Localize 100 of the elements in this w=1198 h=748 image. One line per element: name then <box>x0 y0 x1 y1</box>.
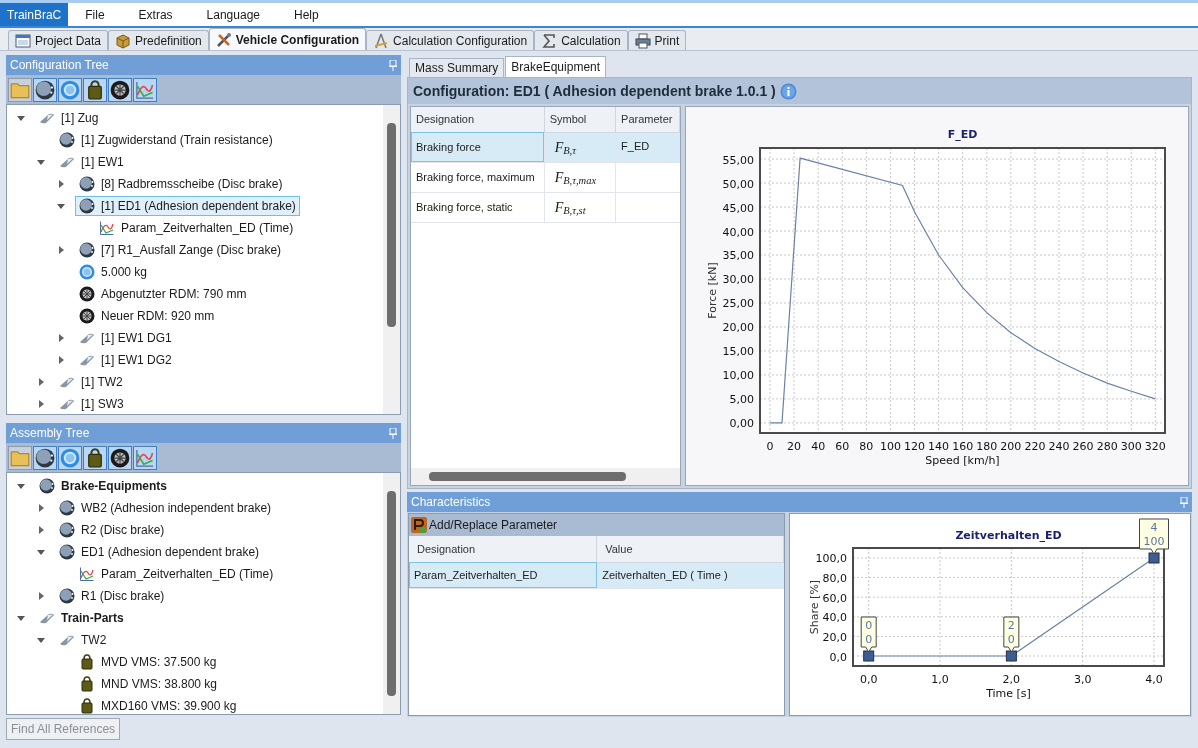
axis-tick-label: 160 <box>952 440 974 453</box>
tree-item[interactable]: [7] R1_Ausfall Zange (Disc brake) <box>75 240 286 260</box>
tree-item[interactable]: [1] SW3 <box>55 394 128 414</box>
tree-item[interactable]: R2 (Disc brake) <box>55 520 169 540</box>
axis-tick-label: 100 <box>879 440 901 453</box>
axis-tick-label: 40,0 <box>822 611 847 625</box>
expand-arrow-icon[interactable] <box>57 180 65 188</box>
pin-icon[interactable] <box>389 59 397 71</box>
toolbar-button[interactable] <box>83 445 107 470</box>
app-menu-button[interactable]: TrainBraC <box>0 3 69 26</box>
tree-item[interactable]: TW2 <box>55 630 111 650</box>
tab[interactable]: Mass Summary <box>409 58 505 77</box>
compass-icon <box>373 32 390 49</box>
table-row[interactable]: Braking force F$_{B,τ}$ F_ED <box>411 132 680 162</box>
expand-arrow-icon[interactable] <box>37 378 45 386</box>
collapse-arrow-icon[interactable] <box>17 482 25 490</box>
expand-arrow-icon[interactable] <box>37 592 45 600</box>
scrollbar[interactable] <box>383 473 400 714</box>
axis-tick-label: 20,00 <box>722 321 754 335</box>
toolbar-button[interactable] <box>108 77 132 102</box>
tab[interactable]: Predefinition <box>108 30 209 50</box>
tree-item[interactable]: [1] EW1 <box>55 152 128 172</box>
pin-icon[interactable] <box>1180 496 1188 508</box>
tree-item[interactable]: [1] ED1 (Adhesion dependent brake) <box>75 196 300 216</box>
column-header[interactable]: Parameter <box>615 107 680 132</box>
column-header[interactable]: Designation <box>411 107 545 132</box>
column-header[interactable]: Value <box>596 536 784 562</box>
tree-item[interactable]: Abgenutzter RDM: 790 mm <box>75 284 251 304</box>
tree-item[interactable]: Neuer RDM: 920 mm <box>75 306 219 326</box>
table-row[interactable]: Param_Zeitverhalten_ED Zeitverhalten_ED ( Time ) <box>409 562 784 588</box>
axis-label: Share [%] <box>808 579 821 635</box>
ring-icon <box>79 264 95 280</box>
collapse-arrow-icon[interactable] <box>17 614 25 622</box>
axis-tick-label: 40,00 <box>722 225 754 239</box>
panel-title: Configuration Tree <box>10 57 109 74</box>
tree-item[interactable]: MXD160 VMS: 39.900 kg <box>75 696 241 716</box>
horizontal-scrollbar[interactable] <box>411 468 680 485</box>
expand-arrow-icon[interactable] <box>37 400 45 408</box>
tab[interactable]: BrakeEquipment <box>505 56 607 77</box>
pin-icon[interactable] <box>389 427 397 439</box>
tree-item[interactable]: 5.000 kg <box>75 262 152 282</box>
table-row[interactable]: Braking force, static F$_{B,τ,st}$ <box>411 192 680 222</box>
table-cell: Braking force <box>411 132 545 162</box>
tree-item[interactable]: [1] TW2 <box>55 372 127 392</box>
tree-item[interactable]: Param_Zeitverhalten_ED (Time) <box>75 564 278 584</box>
tree-item[interactable]: ED1 (Adhesion dependent brake) <box>55 542 264 562</box>
tree-item[interactable]: [8] Radbremsscheibe (Disc brake) <box>75 174 287 194</box>
menu-item[interactable]: File <box>68 5 122 24</box>
toolbar-button[interactable] <box>108 445 132 470</box>
axis-tick-label: 10,00 <box>722 369 754 383</box>
collapse-arrow-icon[interactable] <box>37 158 45 166</box>
expand-arrow-icon[interactable] <box>37 526 45 534</box>
tree-item[interactable]: [1] Zugwiderstand (Train resistance) <box>55 130 277 150</box>
axis-tick-label: 20,0 <box>822 630 847 644</box>
data-label: 0 0 <box>860 616 877 653</box>
collapse-arrow-icon[interactable] <box>57 202 65 210</box>
expand-arrow-icon[interactable] <box>57 356 65 364</box>
tree-item[interactable]: Train-Parts <box>35 608 128 628</box>
tab[interactable]: Vehicle Configuration <box>208 28 367 50</box>
collapse-arrow-icon[interactable] <box>37 636 45 644</box>
table-row[interactable]: Braking force, maximum F$_{B,τ,max}$ <box>411 162 680 192</box>
table-cell: Zeitverhalten_ED ( Time ) <box>596 562 784 588</box>
tab[interactable]: Calculation <box>534 30 628 50</box>
axis-tick-label: 45,00 <box>722 201 754 215</box>
scrollbar[interactable] <box>383 105 400 414</box>
data-point <box>1005 650 1017 662</box>
expand-arrow-icon[interactable] <box>57 246 65 254</box>
axis-tick-label: 0,0 <box>859 673 878 686</box>
collapse-arrow-icon[interactable] <box>37 548 45 556</box>
collapse-arrow-icon[interactable] <box>17 114 25 122</box>
axis-tick-label: 20 <box>787 440 802 453</box>
data-point <box>1148 552 1160 564</box>
tab[interactable]: Calculation Configuration <box>366 30 535 50</box>
column-header[interactable]: Symbol <box>544 107 616 132</box>
menu-item[interactable]: Help <box>277 5 336 24</box>
tab[interactable]: Print <box>627 30 687 50</box>
toolbar-button[interactable] <box>83 77 107 102</box>
tab[interactable]: Project Data <box>8 30 109 50</box>
tree-item[interactable]: MVD VMS: 37.500 kg <box>75 652 221 672</box>
menu-item[interactable]: Language <box>189 5 277 24</box>
axis-tick-label: 0,00 <box>729 417 754 431</box>
tree-item[interactable]: Param_Zeitverhalten_ED (Time) <box>95 218 298 238</box>
axis-tick-label: 100,0 <box>815 552 847 566</box>
weight-icon <box>85 79 105 100</box>
expand-arrow-icon[interactable] <box>37 504 45 512</box>
tree-item[interactable]: Brake-Equipments <box>35 476 172 496</box>
tree-item[interactable]: [1] EW1 DG2 <box>75 350 176 370</box>
tree-item[interactable]: R1 (Disc brake) <box>55 586 169 606</box>
toolbar-button[interactable] <box>33 445 57 470</box>
axis-tick-label: 80,0 <box>822 572 847 586</box>
axis-tick-label: 320 <box>1144 440 1166 453</box>
tree-item[interactable]: MND VMS: 38.800 kg <box>75 674 222 694</box>
expand-arrow-icon[interactable] <box>57 334 65 342</box>
menu-item[interactable]: Extras <box>121 5 190 24</box>
tree-item[interactable]: [1] Zug <box>35 108 103 128</box>
tree-item[interactable]: [1] EW1 DG1 <box>75 328 176 348</box>
tree-item[interactable]: WB2 (Adhesion independent brake) <box>55 498 276 518</box>
info-icon[interactable] <box>779 82 797 100</box>
column-header[interactable]: Designation <box>409 536 597 562</box>
toolbar-button[interactable] <box>33 77 57 102</box>
